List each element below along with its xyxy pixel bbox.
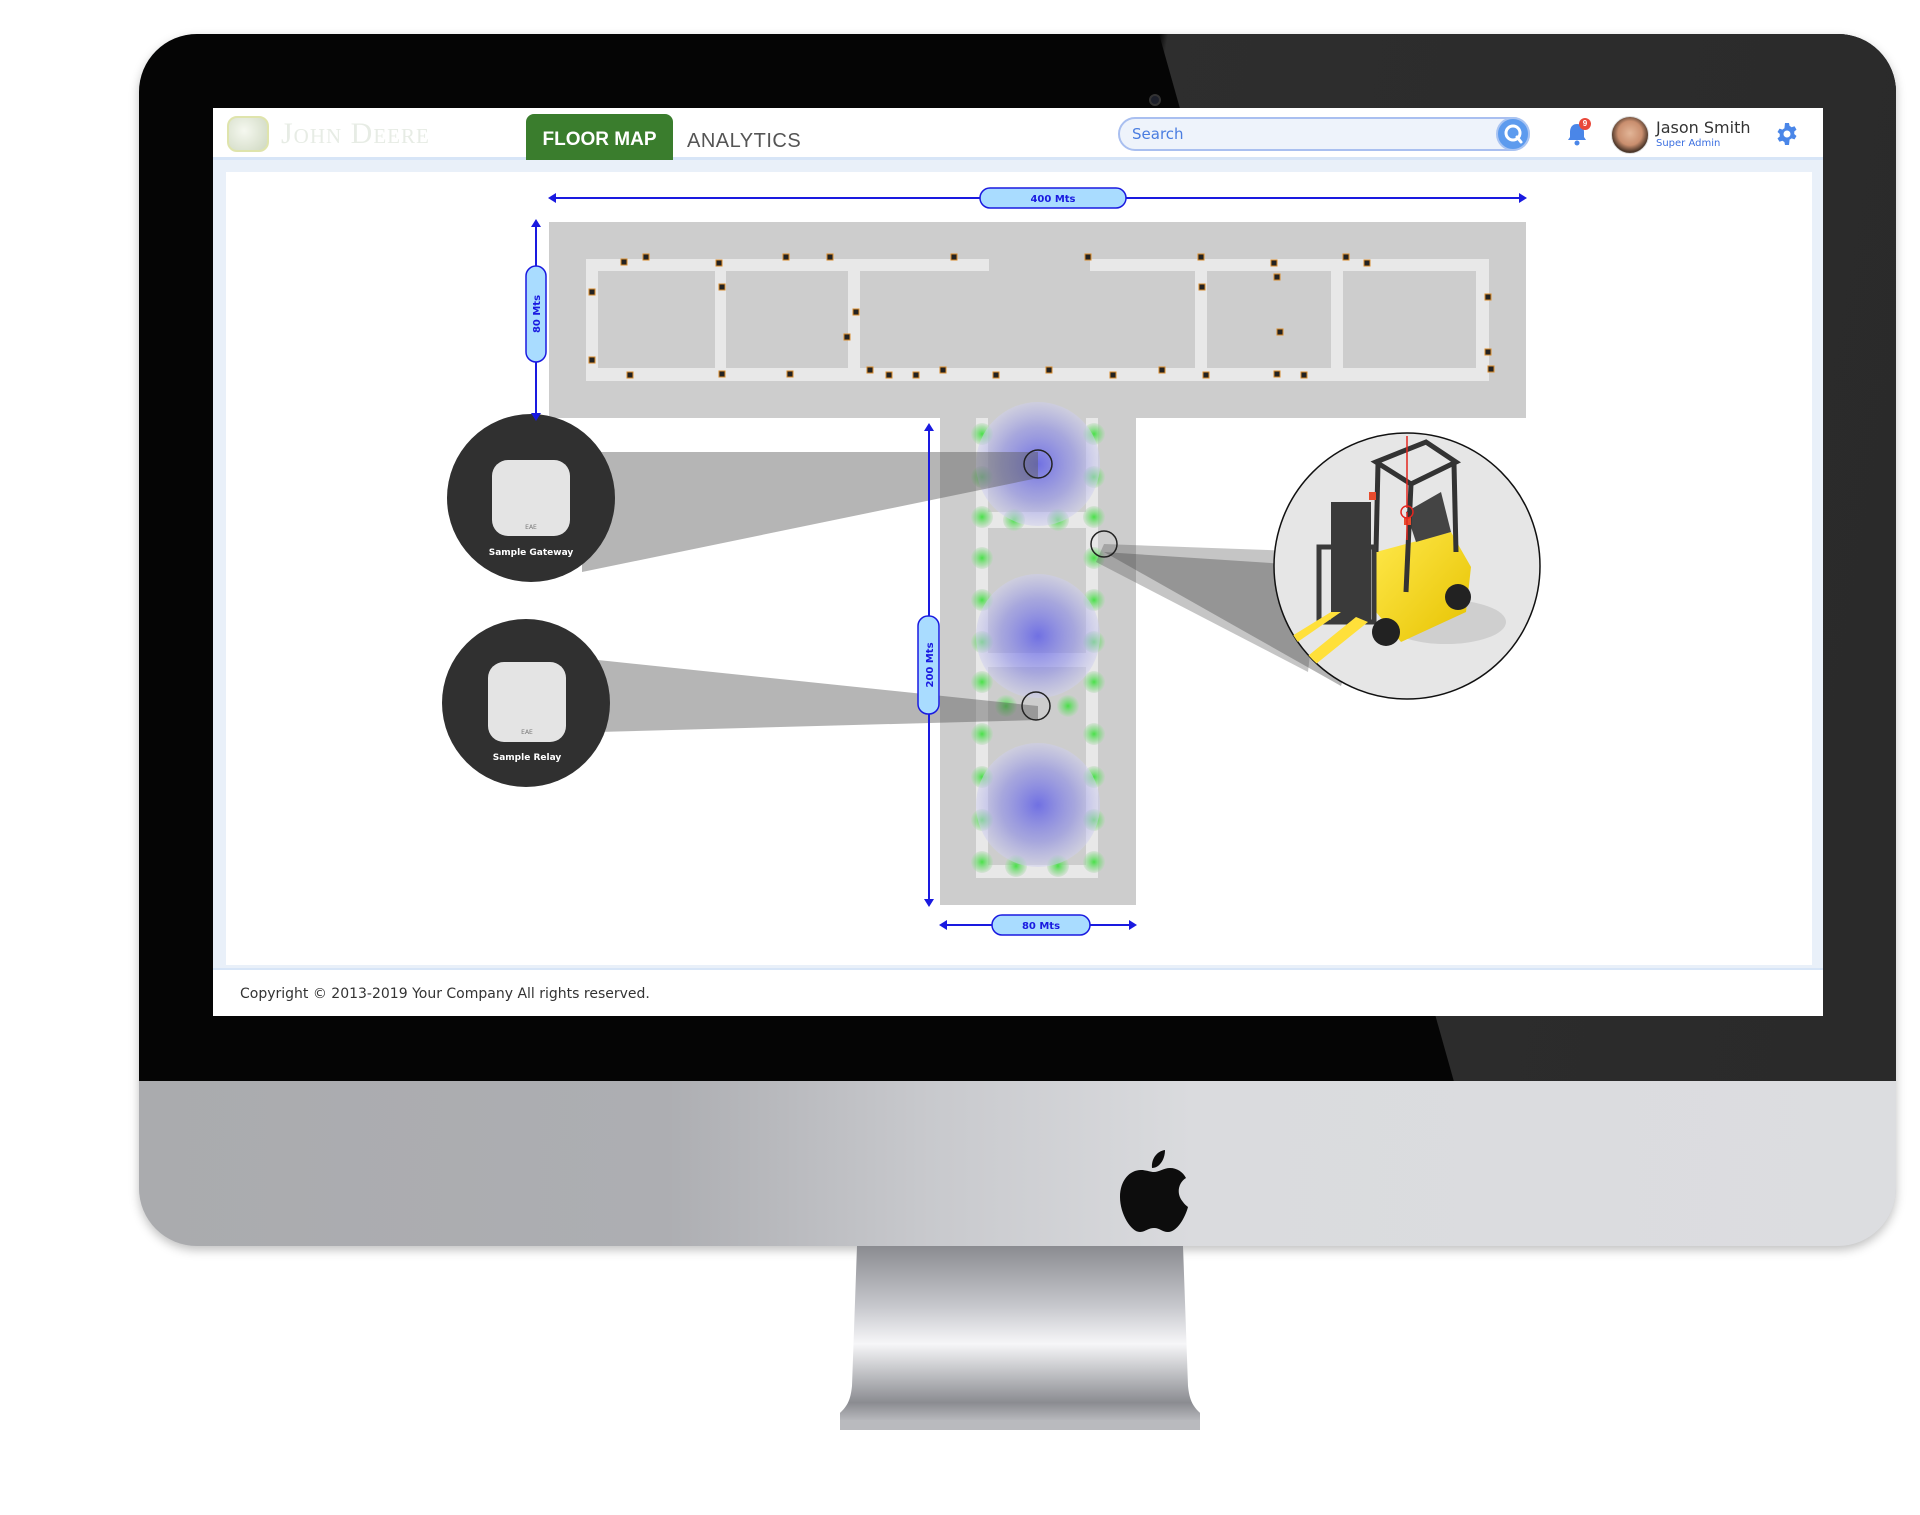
sensor-marker[interactable] — [885, 371, 893, 379]
sensor-marker[interactable] — [950, 253, 958, 261]
building-top-wing — [549, 222, 1526, 418]
sensor-marker[interactable] — [782, 253, 790, 261]
tab-analytics[interactable]: ANALYTICS — [687, 114, 801, 160]
sensor-marker[interactable] — [1487, 365, 1495, 373]
floor-map[interactable]: EAE Sample Gateway EAE Sample Relay EAE … — [226, 172, 1812, 965]
search-bar — [1118, 117, 1530, 151]
notification-count-badge: 9 — [1579, 118, 1591, 130]
sensor-marker[interactable] — [588, 356, 596, 364]
user-name[interactable]: Jason Smith — [1656, 118, 1750, 137]
gateway-coverage[interactable] — [976, 574, 1100, 698]
search-button[interactable] — [1496, 117, 1530, 151]
copyright-text: Copyright © 2013-2019 Your Company All r… — [240, 986, 650, 1002]
monitor-chin — [139, 1081, 1896, 1246]
apple-logo-icon — [1120, 1150, 1188, 1232]
dimension-top-depth: 80 Mts — [525, 219, 547, 421]
top-navigation-bar: John Deere FLOOR MAP ANALYTICS 9 Jason S… — [213, 108, 1823, 160]
sensor-marker[interactable] — [1045, 366, 1053, 374]
dimension-label: 400 Mts — [1030, 194, 1075, 205]
dimension-top-width: 400 Mts — [548, 187, 1527, 209]
dimension-label: 80 Mts — [1022, 921, 1060, 932]
brand-logo[interactable]: John Deere — [227, 114, 487, 154]
relay-label: Sample Relay — [493, 753, 562, 763]
sensor-marker[interactable] — [588, 288, 596, 296]
sensor-marker[interactable] — [1198, 283, 1206, 291]
dimension-label: 200 Mts — [925, 642, 936, 687]
relay-node[interactable] — [1083, 506, 1105, 528]
sensor-marker[interactable] — [852, 308, 860, 316]
sensor-marker[interactable] — [786, 370, 794, 378]
sensor-marker[interactable] — [715, 259, 723, 267]
sensor-marker[interactable] — [1270, 259, 1278, 267]
room[interactable] — [860, 271, 1195, 368]
sensor-marker[interactable] — [826, 253, 834, 261]
room[interactable] — [598, 271, 715, 368]
sensor-marker[interactable] — [1484, 348, 1492, 356]
room[interactable] — [1343, 271, 1476, 368]
relay-callout[interactable]: EAE Sample Relay — [442, 619, 610, 787]
sensor-marker[interactable] — [1084, 253, 1092, 261]
sensor-marker[interactable] — [1300, 371, 1308, 379]
sensor-marker[interactable] — [1484, 293, 1492, 301]
sensor-marker[interactable] — [1202, 371, 1210, 379]
floor-map-card: EAE Sample Gateway EAE Sample Relay EAE … — [226, 172, 1812, 965]
footer: Copyright © 2013-2019 Your Company All r… — [213, 968, 1823, 1016]
gateway-callout[interactable]: EAE Sample Gateway — [447, 414, 615, 582]
device-brand: EAE — [521, 729, 533, 736]
relay-node[interactable] — [1083, 851, 1105, 873]
sensor-marker[interactable] — [912, 371, 920, 379]
sensor-marker[interactable] — [992, 371, 1000, 379]
relay-node[interactable] — [1083, 723, 1105, 745]
webcam — [1149, 94, 1161, 106]
tab-floor-map[interactable]: FLOOR MAP — [526, 114, 673, 160]
sensor-marker[interactable] — [843, 333, 851, 341]
sensor-marker[interactable] — [1273, 370, 1281, 378]
relay-node[interactable] — [971, 547, 993, 569]
sensor-marker[interactable] — [1276, 328, 1284, 336]
search-icon — [1504, 124, 1523, 144]
sensor-marker[interactable] — [866, 366, 874, 374]
sensor-marker[interactable] — [642, 253, 650, 261]
room[interactable] — [726, 271, 848, 368]
sensor-marker[interactable] — [1363, 259, 1371, 267]
dimension-label: 80 Mts — [532, 295, 543, 333]
sensor-marker[interactable] — [718, 370, 726, 378]
relay-node[interactable] — [1057, 695, 1079, 717]
sensor-marker[interactable] — [1109, 371, 1117, 379]
gateway-coverage[interactable] — [976, 743, 1100, 867]
sensor-marker[interactable] — [620, 258, 628, 266]
user-role: Super Admin — [1656, 138, 1721, 149]
settings-gear-icon[interactable] — [1775, 122, 1799, 146]
device-brand: EAE — [525, 524, 537, 531]
relay-node[interactable] — [971, 723, 993, 745]
room[interactable] — [1207, 271, 1331, 368]
monitor-stand — [840, 1246, 1200, 1430]
sensor-marker[interactable] — [626, 371, 634, 379]
relay-node[interactable] — [971, 851, 993, 873]
sensor-marker[interactable] — [718, 283, 726, 291]
dimension-stem-width: 80 Mts — [939, 914, 1137, 936]
relay-node[interactable] — [971, 506, 993, 528]
app-screen: John Deere FLOOR MAP ANALYTICS 9 Jason S… — [213, 108, 1823, 1016]
sensor-marker[interactable] — [939, 366, 947, 374]
deer-logo-icon — [227, 116, 269, 152]
sensor-marker[interactable] — [1342, 253, 1350, 261]
sensor-marker[interactable] — [1273, 273, 1281, 281]
sensor-marker[interactable] — [1197, 253, 1205, 261]
gateway-label: Sample Gateway — [489, 548, 574, 558]
search-input[interactable] — [1132, 123, 1472, 145]
sensor-marker[interactable] — [1158, 366, 1166, 374]
user-avatar[interactable] — [1611, 116, 1649, 154]
brand-name: John Deere — [281, 117, 430, 150]
